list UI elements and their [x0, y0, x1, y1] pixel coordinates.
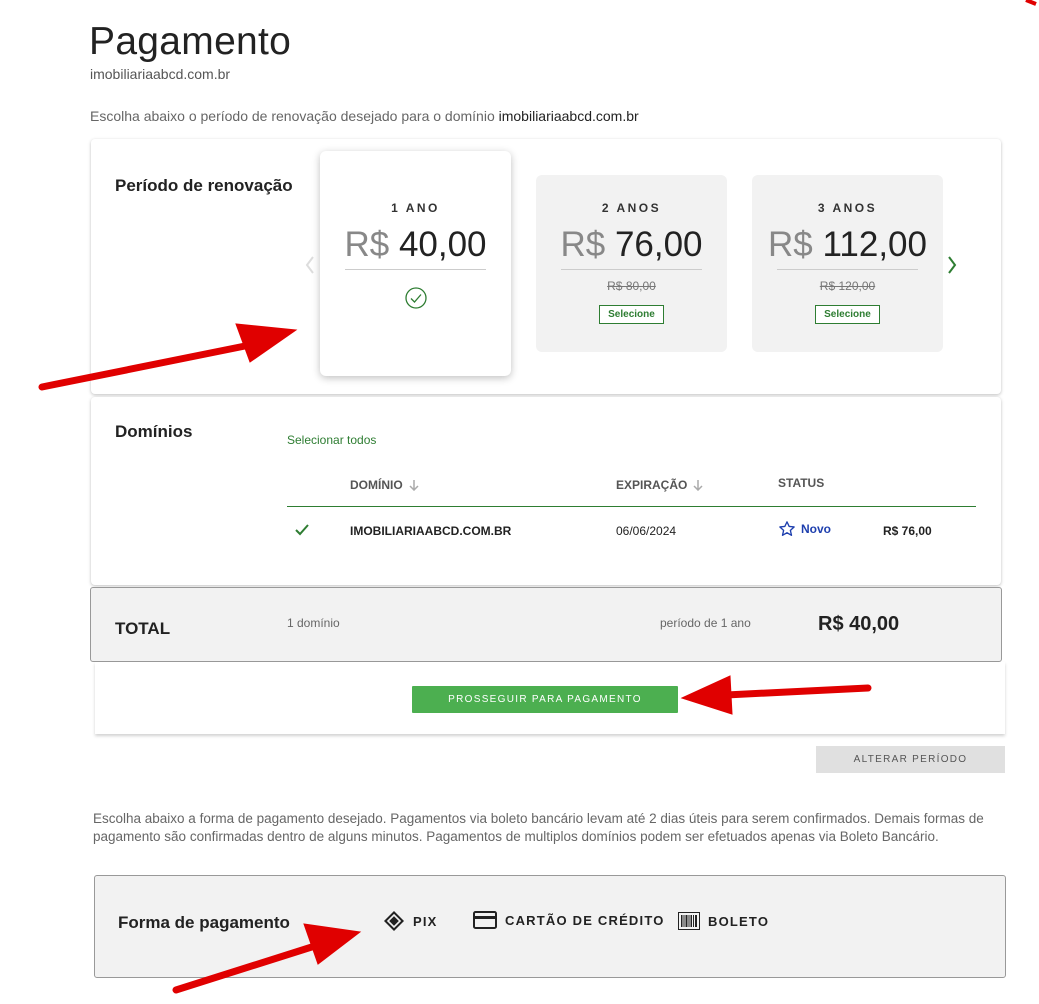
carousel-next-icon[interactable] [947, 256, 957, 279]
domains-label: Domínios [115, 422, 193, 441]
change-period-button[interactable]: ALTERAR PERÍODO [816, 746, 1005, 773]
plan-price: R$ 112,00 [768, 225, 927, 264]
row-status: Novo [778, 520, 831, 538]
plan-divider [777, 269, 918, 270]
row-expiration: 06/06/2024 [616, 524, 677, 538]
page-subtitle: imobiliariaabcd.com.br [90, 66, 231, 82]
intro-domain: imobiliariaabcd.com.br [498, 108, 639, 124]
select-plan-button[interactable]: Selecione [815, 305, 880, 324]
proceed-to-payment-button[interactable]: PROSSEGUIR PARA PAGAMENTO [412, 686, 678, 713]
credit-card-icon [473, 911, 497, 929]
intro-text: Escolha abaixo o período de renovação de… [90, 108, 639, 124]
plan-2-years[interactable]: 2 ANOS R$ 76,00 R$ 80,00 Selecione [536, 175, 727, 352]
barcode-icon [678, 912, 700, 930]
total-amount: R$ 40,00 [818, 613, 900, 635]
payment-description: Escolha abaixo a forma de pagamento dese… [93, 811, 984, 844]
payment-option-boleto[interactable]: BOLETO [678, 912, 769, 930]
row-domain: IMOBILIARIAABCD.COM.BR [350, 524, 512, 538]
plan-1-year[interactable]: 1 ANO R$ 40,00 [320, 151, 511, 376]
column-domain[interactable]: DOMÍNIO [350, 478, 419, 492]
total-period: período de 1 ano [660, 616, 751, 630]
page-title: Pagamento [89, 20, 292, 63]
select-all-link[interactable]: Selecionar todos [287, 433, 376, 447]
table-header-divider [287, 506, 976, 507]
pix-icon [384, 911, 404, 931]
plan-divider [561, 269, 702, 270]
payment-option-pix[interactable]: PIX [383, 910, 438, 932]
total-label: TOTAL [115, 619, 171, 638]
domains-card [91, 397, 1001, 585]
star-icon [779, 521, 795, 536]
plan-old-price: R$ 80,00 [607, 279, 656, 293]
column-status: STATUS [778, 476, 825, 490]
plan-divider [345, 269, 486, 270]
carousel-prev-icon[interactable] [305, 256, 315, 279]
plan-3-years[interactable]: 3 ANOS R$ 112,00 R$ 120,00 Selecione [752, 175, 943, 352]
column-expiration[interactable]: EXPIRAÇÃO [616, 478, 703, 492]
row-check-icon[interactable] [295, 523, 309, 541]
plan-price: R$ 40,00 [344, 225, 487, 264]
plan-price: R$ 76,00 [560, 225, 703, 264]
plan-years: 2 ANOS [601, 201, 662, 215]
row-price: R$ 76,00 [883, 524, 932, 538]
annotation-arrow [1025, 0, 1037, 6]
plan-years: 3 ANOS [817, 201, 878, 215]
renewal-period-label: Período de renovação [115, 176, 293, 195]
sort-down-icon [693, 480, 703, 491]
total-domain-count: 1 domínio [287, 616, 340, 630]
select-plan-button[interactable]: Selecione [599, 305, 664, 324]
payment-option-credit-card[interactable]: CARTÃO DE CRÉDITO [473, 911, 665, 929]
selected-check-icon [320, 286, 511, 315]
payment-method-label: Forma de pagamento [118, 913, 290, 932]
plan-old-price: R$ 120,00 [819, 279, 876, 293]
plan-years: 1 ANO [391, 201, 440, 215]
sort-down-icon [409, 480, 419, 491]
table-row[interactable]: IMOBILIARIAABCD.COM.BR 06/06/2024 Novo R… [287, 515, 976, 547]
